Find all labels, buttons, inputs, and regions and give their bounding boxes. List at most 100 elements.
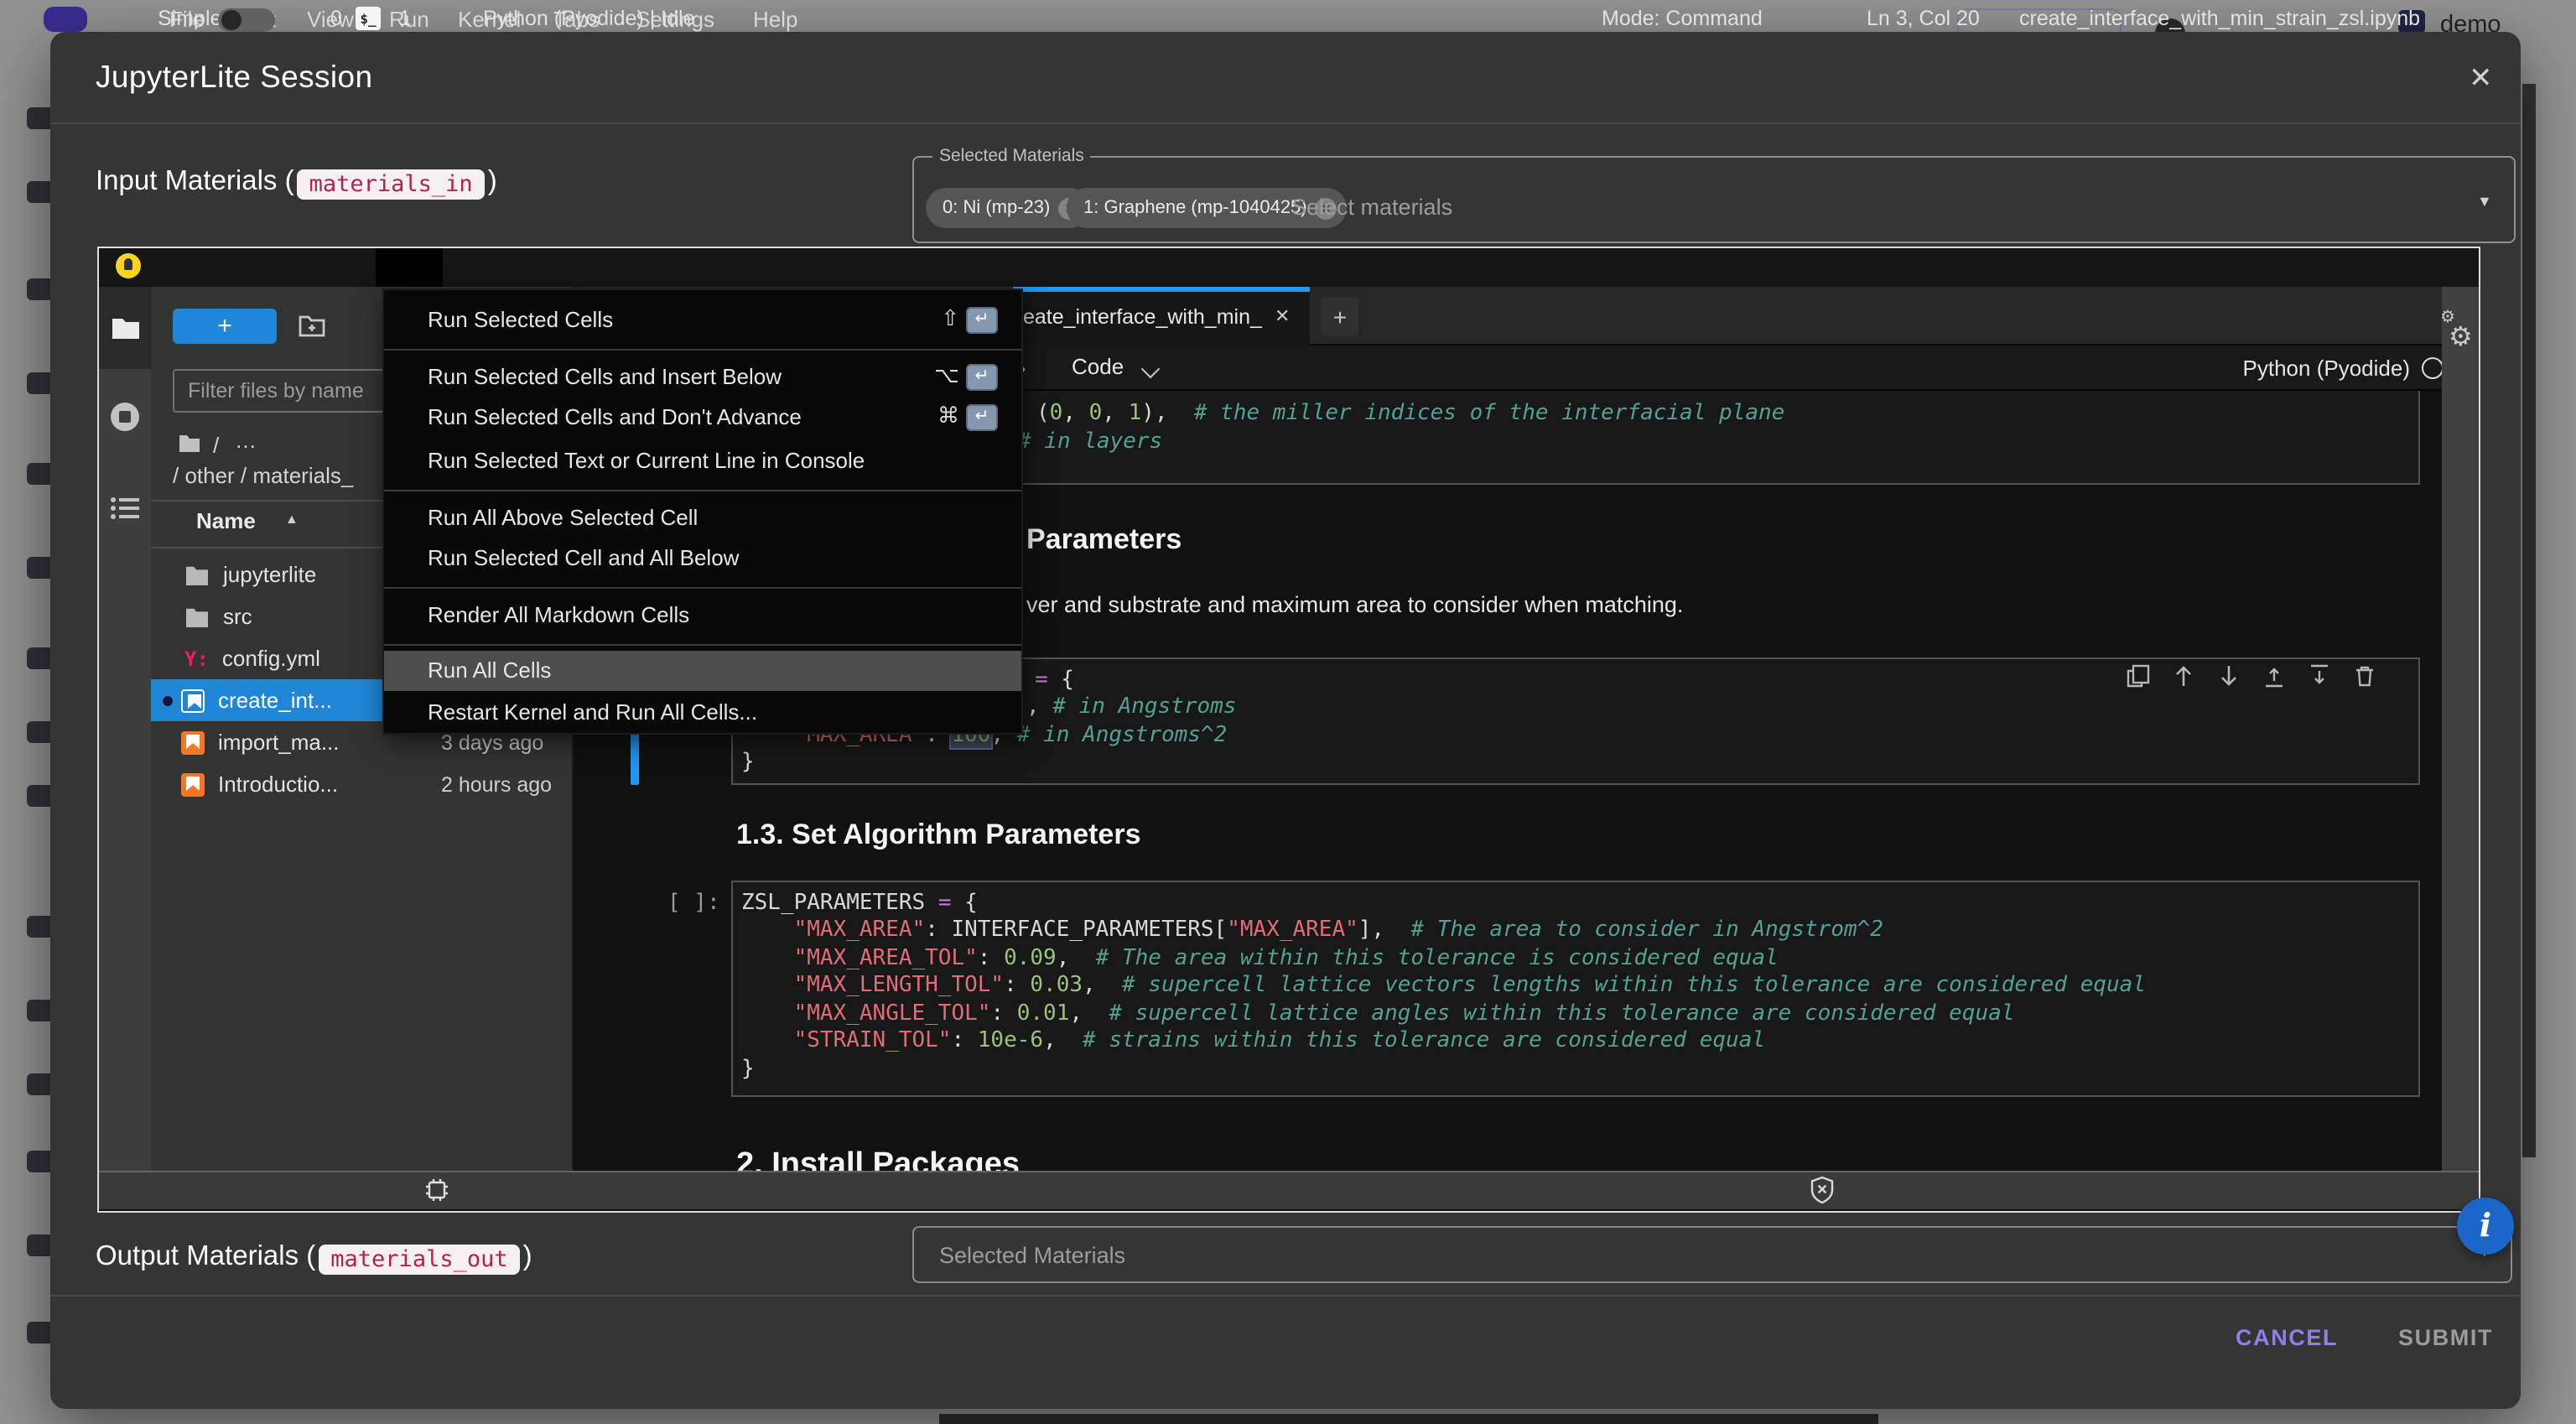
menu-divider: [384, 490, 1021, 491]
code-line: "STRAIN_TOL": 10e-6, # strains within th…: [741, 1028, 1765, 1056]
code-line: "MAX_AREA": INTERFACE_PARAMETERS["MAX_AR…: [741, 917, 1883, 945]
return-key-icon: ↵: [966, 404, 998, 431]
menu-divider: [384, 644, 1021, 646]
background-bottom-bar: [939, 1414, 1878, 1424]
status-filename[interactable]: create_interface_with_min_strain_zsl.ipy…: [2019, 7, 2420, 30]
menu-item-restart-and-run-all[interactable]: Restart Kernel and Run All Cells...: [384, 693, 1021, 733]
menu-divider: [384, 587, 1021, 589]
screen: demo JupyterLite Session ✕ Input Materia…: [0, 0, 2576, 1424]
breadcrumb-home-icon[interactable]: [178, 433, 201, 453]
code-line: "MAX_AREA_TOL": 0.09, # The area within …: [741, 946, 1779, 974]
menu-help[interactable]: Help: [753, 7, 798, 32]
jupyter-menubar: [99, 248, 2479, 287]
code-line: # in layers: [1018, 429, 1162, 457]
run-menu: Run Selected Cells ⇧↵ Run Selected Cells…: [382, 288, 1023, 735]
select-materials-placeholder: Select materials: [1291, 195, 1452, 220]
materials-out-chip: materials_out: [319, 1245, 519, 1275]
running-sessions-icon[interactable]: [109, 401, 141, 433]
install-packages-heading: 2. Install Packages: [736, 1147, 1020, 1171]
sort-asc-icon[interactable]: ▲: [285, 512, 299, 527]
kernel-icon[interactable]: [424, 1177, 449, 1203]
menu-item-run-all-above[interactable]: Run All Above Selected Cell: [384, 498, 1021, 538]
folder-icon: [184, 605, 210, 627]
table-of-contents-icon[interactable]: [111, 496, 139, 520]
cursor-position[interactable]: Ln 3, Col 20: [1867, 7, 1980, 30]
header-divider: [50, 122, 2521, 124]
cell-toolbar: [2127, 664, 2376, 688]
info-button[interactable]: i: [2457, 1198, 2514, 1255]
menu-divider: [384, 349, 1021, 351]
code-line: ZSL_PARAMETERS = {: [741, 891, 978, 918]
code-line: "MAX_LENGTH_TOL": 0.03, # supercell latt…: [741, 973, 2146, 1000]
file-browser-icon[interactable]: [111, 315, 141, 340]
return-key-icon: ↵: [966, 364, 998, 391]
selected-materials-legend: Selected Materials: [932, 146, 1091, 166]
frame-right-strip: [2442, 287, 2479, 1171]
menu-item-run-all-cells[interactable]: Run All Cells: [384, 651, 1021, 691]
menu-item-run-insert-below[interactable]: Run Selected Cells and Insert Below ⌥↵: [384, 357, 1021, 398]
material-chip[interactable]: 0: Ni (mp-23) ✕: [926, 188, 1090, 228]
chevron-down-icon[interactable]: ▼: [2477, 193, 2492, 210]
background-panel-edge: [2522, 84, 2536, 1157]
kernel-name[interactable]: Python (Pyodide): [2225, 356, 2410, 381]
new-tab-button[interactable]: +: [1322, 297, 1358, 335]
command-key-icon: ⌘: [937, 398, 959, 438]
terminal-icon[interactable]: $_: [356, 7, 381, 30]
submit-button[interactable]: SUBMIT: [2398, 1325, 2493, 1350]
menu-item-run-text-in-console[interactable]: Run Selected Text or Current Line in Con…: [384, 441, 1021, 481]
notebook-tab[interactable]: eate_interface_with_min_ ✕: [1013, 287, 1310, 346]
jupyter-status-bar: [99, 1171, 2479, 1209]
insert-cell-below-icon[interactable]: [2308, 664, 2331, 688]
terminals-count[interactable]: 0: [330, 7, 342, 30]
output-materials-label: Output Materials (materials_out): [96, 1241, 532, 1275]
mode-indicator[interactable]: Mode: Command: [1602, 7, 1763, 30]
new-launcher-button[interactable]: +: [173, 309, 277, 344]
notebook-file-icon: [181, 772, 205, 796]
menu-item-run-dont-advance[interactable]: Run Selected Cells and Don't Advance ⌘↵: [384, 398, 1021, 438]
section-heading: Parameters: [1026, 523, 1182, 557]
delete-cell-icon[interactable]: [2353, 664, 2376, 688]
input-materials-label: Input Materials (materials_in): [96, 166, 497, 200]
code-line: }: [741, 750, 755, 777]
menubar-run-active: [376, 248, 443, 287]
cell-type-select[interactable]: Code: [1072, 354, 1124, 379]
code-line: , # in Angstroms: [1026, 694, 1236, 722]
tab-label: eate_interface_with_min_: [1023, 305, 1268, 329]
name-column-header[interactable]: Name: [196, 508, 256, 533]
code-line: }: [741, 1057, 755, 1084]
notebook-file-icon: [181, 730, 205, 754]
shield-x-icon[interactable]: [1810, 1176, 1835, 1204]
move-cell-down-icon[interactable]: [2217, 664, 2241, 688]
kernel-status-text[interactable]: Python (Pyodide) | Idle: [483, 7, 694, 30]
breadcrumb-path[interactable]: / other / materials_: [173, 463, 353, 488]
file-row-introduction[interactable]: Introductio... 2 hours ago: [151, 763, 572, 805]
tab-close-icon[interactable]: ✕: [1275, 305, 1290, 327]
menu-item-run-selected-cells[interactable]: Run Selected Cells ⇧↵: [384, 300, 1021, 340]
kernels-count[interactable]: 1: [399, 7, 411, 30]
insert-cell-above-icon[interactable]: [2262, 664, 2286, 688]
code-line: (0, 0, 1), # the miller indices of the i…: [1036, 401, 1784, 429]
code-line: = {: [1035, 668, 1074, 695]
menu-item-render-markdown[interactable]: Render All Markdown Cells: [384, 595, 1021, 636]
return-key-icon: ↵: [966, 307, 998, 334]
new-folder-icon[interactable]: [299, 314, 325, 337]
breadcrumb-ellipsis[interactable]: …: [235, 428, 257, 453]
unsaved-dot: [163, 696, 173, 706]
yaml-file-icon: Y:: [184, 647, 209, 670]
output-materials-select[interactable]: [912, 1226, 2512, 1283]
activity-bar-panel: [99, 369, 151, 1171]
cancel-button[interactable]: CANCEL: [2236, 1325, 2338, 1350]
move-cell-up-icon[interactable]: [2172, 664, 2195, 688]
menu-item-run-cell-and-below[interactable]: Run Selected Cell and All Below: [384, 538, 1021, 579]
chevron-down-icon[interactable]: [1141, 360, 1161, 379]
code-line: "MAX_ANGLE_TOL": 0.01, # supercell latti…: [741, 1001, 2014, 1029]
duplicate-cell-icon[interactable]: [2127, 664, 2150, 688]
simple-mode-label: Simple: [158, 7, 221, 30]
kernel-status-icon[interactable]: [2422, 357, 2444, 379]
breadcrumb-root[interactable]: /: [213, 433, 219, 458]
footer-divider: [50, 1295, 2521, 1297]
output-materials-placeholder: Selected Materials: [939, 1243, 1125, 1268]
simple-mode-toggle[interactable]: [218, 8, 275, 32]
close-icon[interactable]: ✕: [2469, 62, 2493, 96]
modal-title: JupyterLite Session: [96, 59, 373, 96]
